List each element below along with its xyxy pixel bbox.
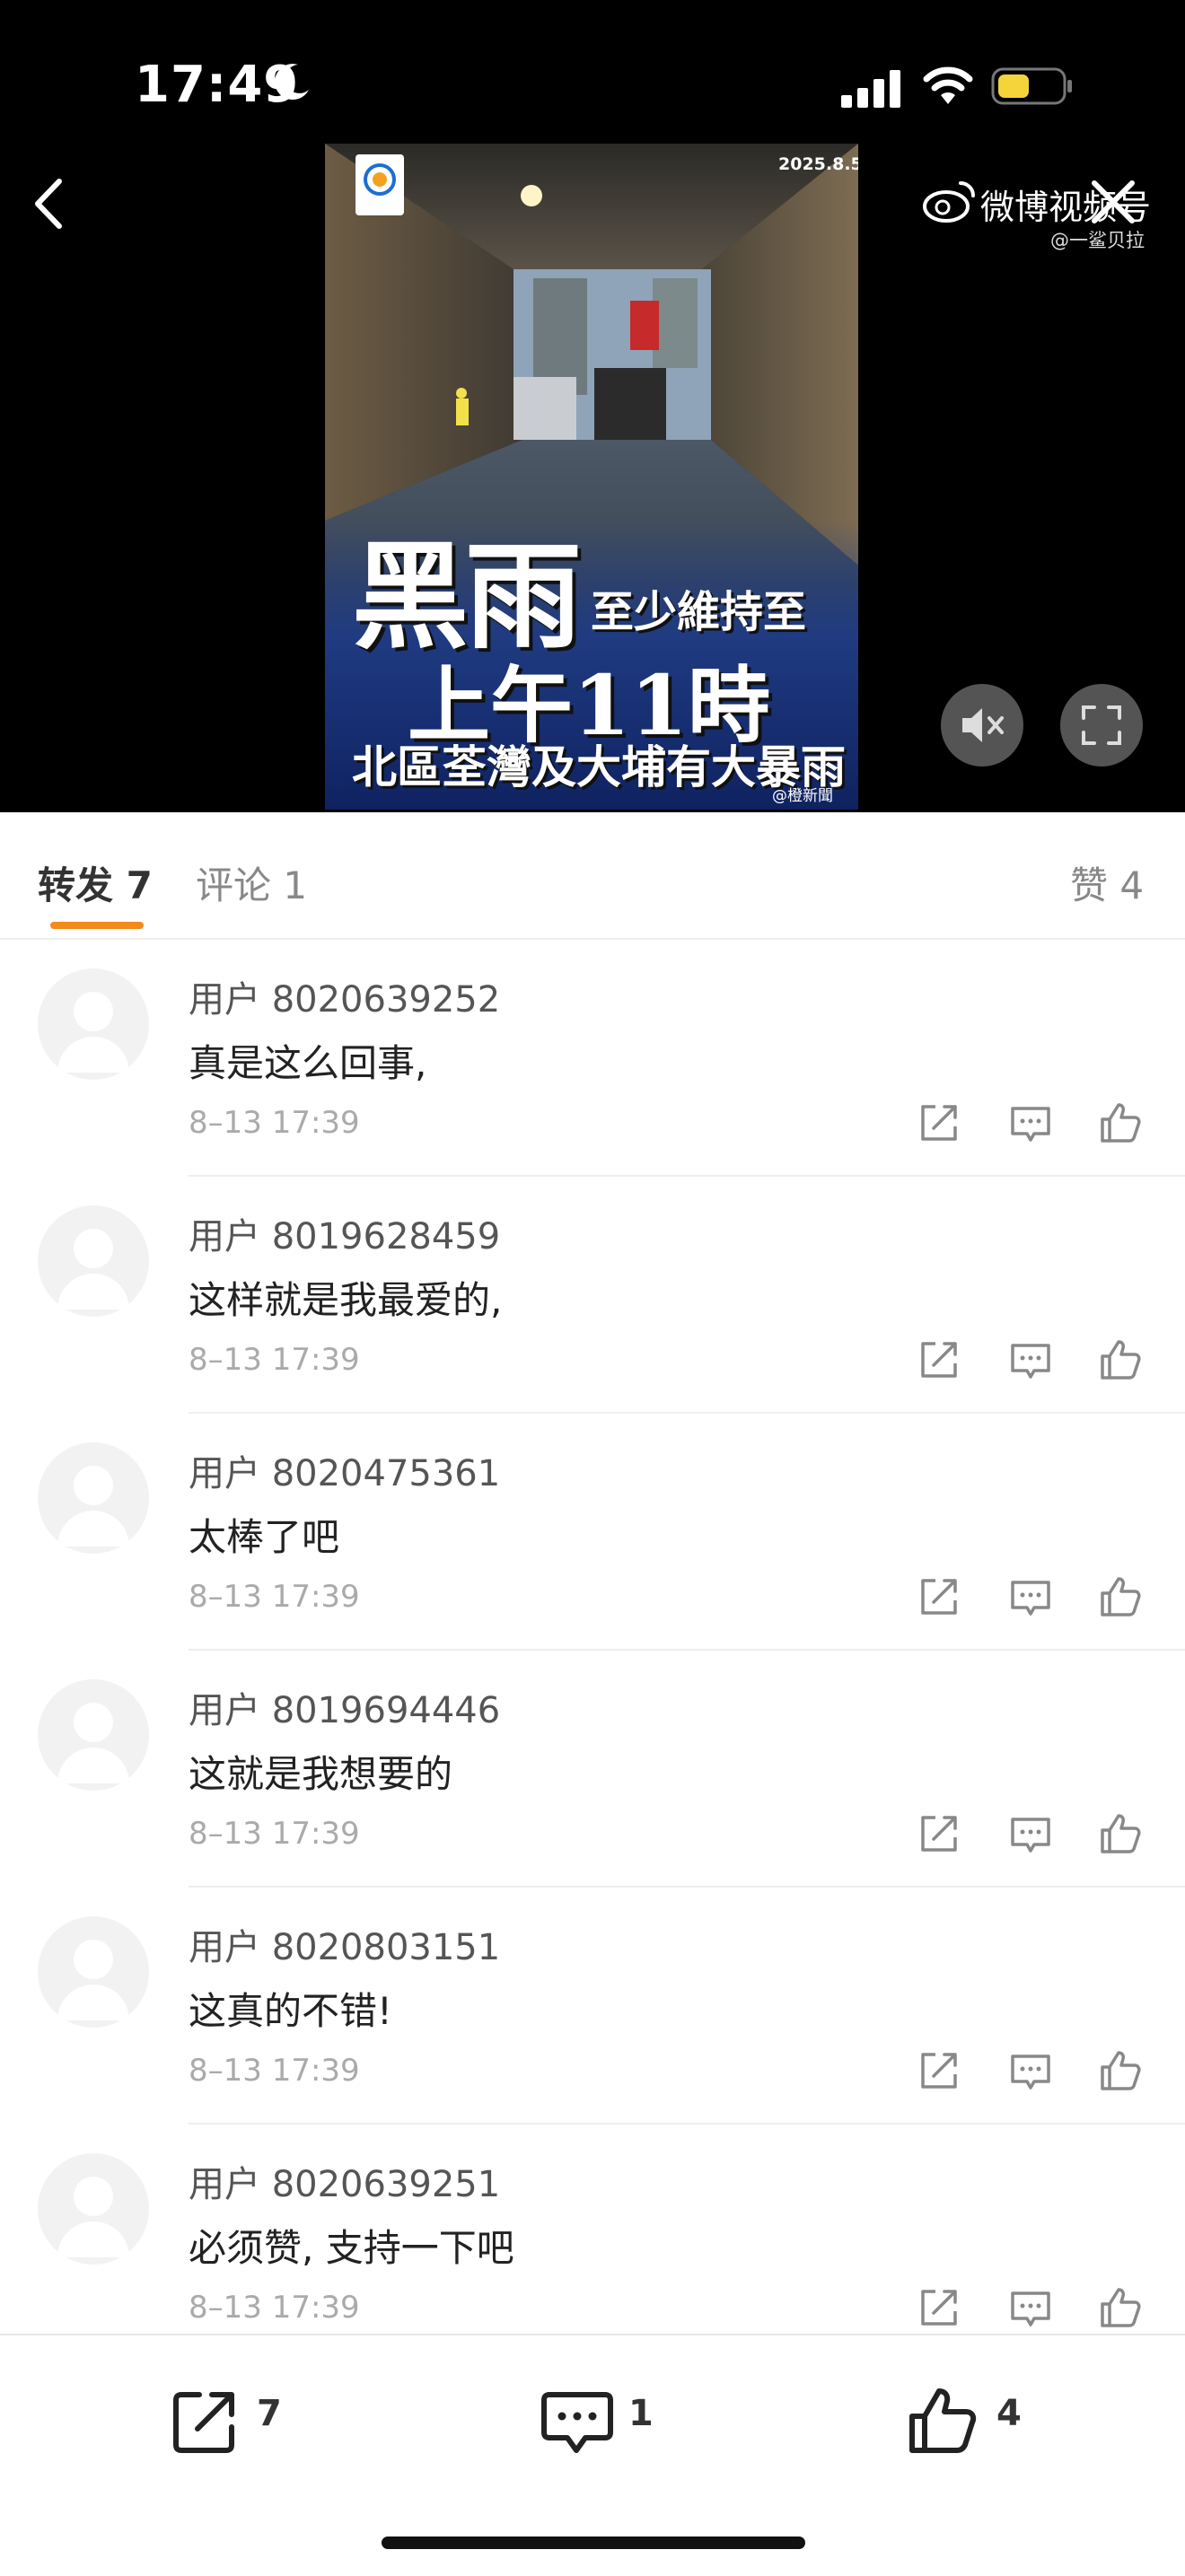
list-item[interactable]: 用户 8020639251 必须赞, 支持一下吧 8–13 17:39 <box>0 2125 1185 2334</box>
mute-icon <box>962 708 1004 742</box>
thumbnail-date: 2025.8.5 <box>778 154 858 174</box>
avatar[interactable] <box>38 1205 149 1317</box>
news-logo-icon <box>356 154 404 215</box>
battery-icon <box>991 67 1072 105</box>
share-count[interactable]: 7 <box>257 2393 282 2434</box>
like-count[interactable]: 4 <box>996 2393 1022 2434</box>
video-thumbnail[interactable]: 2025.8.5 黑雨 至少維持至 上午11時 北區荃灣及大埔有大暴雨 @橙新聞 <box>325 144 858 810</box>
tab-like[interactable]: 赞 4 <box>1070 855 1144 910</box>
tab-bar: 转发 7 评论 1 赞 4 <box>0 812 1185 940</box>
username[interactable]: 用户 8020475361 <box>189 1444 500 1496</box>
mute-button[interactable] <box>941 684 1023 767</box>
username[interactable]: 用户 8020803151 <box>189 1918 500 1970</box>
close-icon[interactable] <box>1082 171 1145 233</box>
like-icon[interactable] <box>1097 2284 1144 2331</box>
timestamp: 8–13 17:39 <box>189 1105 360 1141</box>
repost-text: 真是这么回事, <box>189 1041 427 1085</box>
comment-icon[interactable] <box>1007 1573 1054 1620</box>
avatar[interactable] <box>38 2153 149 2265</box>
comment-count[interactable]: 1 <box>628 2393 654 2434</box>
comment-icon[interactable] <box>1007 1810 1054 1857</box>
like-icon[interactable] <box>1097 1336 1144 1383</box>
share-icon[interactable] <box>916 2047 962 2094</box>
like-icon[interactable] <box>1097 1100 1144 1146</box>
tab-comment[interactable]: 评论 1 <box>196 855 307 910</box>
repost-text: 这就是我想要的 <box>189 1752 453 1796</box>
share-icon[interactable] <box>916 1336 962 1383</box>
list-item[interactable]: 用户 8020639252 真是这么回事, 8–13 17:39 <box>0 940 1185 1177</box>
active-tab-indicator <box>50 922 144 929</box>
fullscreen-button[interactable] <box>1060 684 1143 767</box>
like-icon[interactable] <box>1097 1810 1144 1857</box>
share-icon[interactable] <box>916 1573 962 1620</box>
share-icon[interactable] <box>916 1810 962 1857</box>
avatar[interactable] <box>38 1916 149 2028</box>
like-icon[interactable] <box>907 2384 980 2458</box>
list-item[interactable]: 用户 8020475361 太棒了吧 8–13 17:39 <box>0 1414 1185 1651</box>
repost-list: 用户 8020639252 真是这么回事, 8–13 17:39 用户 8019… <box>0 940 1185 2334</box>
comment-icon[interactable] <box>1007 1100 1054 1146</box>
timestamp: 8–13 17:39 <box>189 1816 360 1852</box>
share-icon[interactable] <box>916 2284 962 2331</box>
username[interactable]: 用户 8020639252 <box>189 970 500 1022</box>
repost-text: 这样就是我最爱的, <box>189 1278 503 1322</box>
moon-icon <box>275 64 309 101</box>
list-item[interactable]: 用户 8019628459 这样就是我最爱的, 8–13 17:39 <box>0 1177 1185 1414</box>
like-icon[interactable] <box>1097 2047 1144 2094</box>
username[interactable]: 用户 8020639251 <box>189 2155 500 2207</box>
avatar[interactable] <box>38 1442 149 1554</box>
avatar[interactable] <box>38 1679 149 1791</box>
thumbnail-headline-small: 至少維持至 <box>591 587 807 637</box>
comment-icon[interactable] <box>1007 2284 1054 2331</box>
fullscreen-icon <box>1082 705 1121 745</box>
timestamp: 8–13 17:39 <box>189 2290 360 2326</box>
comment-icon[interactable] <box>540 2384 614 2458</box>
avatar[interactable] <box>38 968 149 1080</box>
signal-icon <box>841 70 900 108</box>
share-icon[interactable] <box>169 2384 242 2458</box>
weibo-logo-icon <box>923 181 975 223</box>
list-item[interactable]: 用户 8019694446 这就是我想要的 8–13 17:39 <box>0 1651 1185 1888</box>
list-item[interactable]: 用户 8020803151 这真的不错! 8–13 17:39 <box>0 1888 1185 2125</box>
repost-text: 太棒了吧 <box>189 1515 340 1559</box>
comment-icon[interactable] <box>1007 2047 1054 2094</box>
comment-icon[interactable] <box>1007 1336 1054 1383</box>
status-bar: 17:49 <box>0 0 1185 135</box>
back-icon[interactable] <box>20 171 77 237</box>
username[interactable]: 用户 8019628459 <box>189 1207 500 1259</box>
timestamp: 8–13 17:39 <box>189 2053 360 2089</box>
timestamp: 8–13 17:39 <box>189 1579 360 1615</box>
repost-text: 必须赞, 支持一下吧 <box>189 2226 514 2270</box>
wifi-icon <box>923 66 973 104</box>
share-icon[interactable] <box>916 1100 962 1146</box>
like-icon[interactable] <box>1097 1573 1144 1620</box>
thumbnail-source: @橙新聞 <box>772 787 833 805</box>
tab-repost[interactable]: 转发 7 <box>38 855 153 910</box>
repost-text: 这真的不错! <box>189 1989 392 2033</box>
home-indicator <box>382 2537 805 2549</box>
timestamp: 8–13 17:39 <box>189 1342 360 1378</box>
username[interactable]: 用户 8019694446 <box>189 1681 500 1733</box>
